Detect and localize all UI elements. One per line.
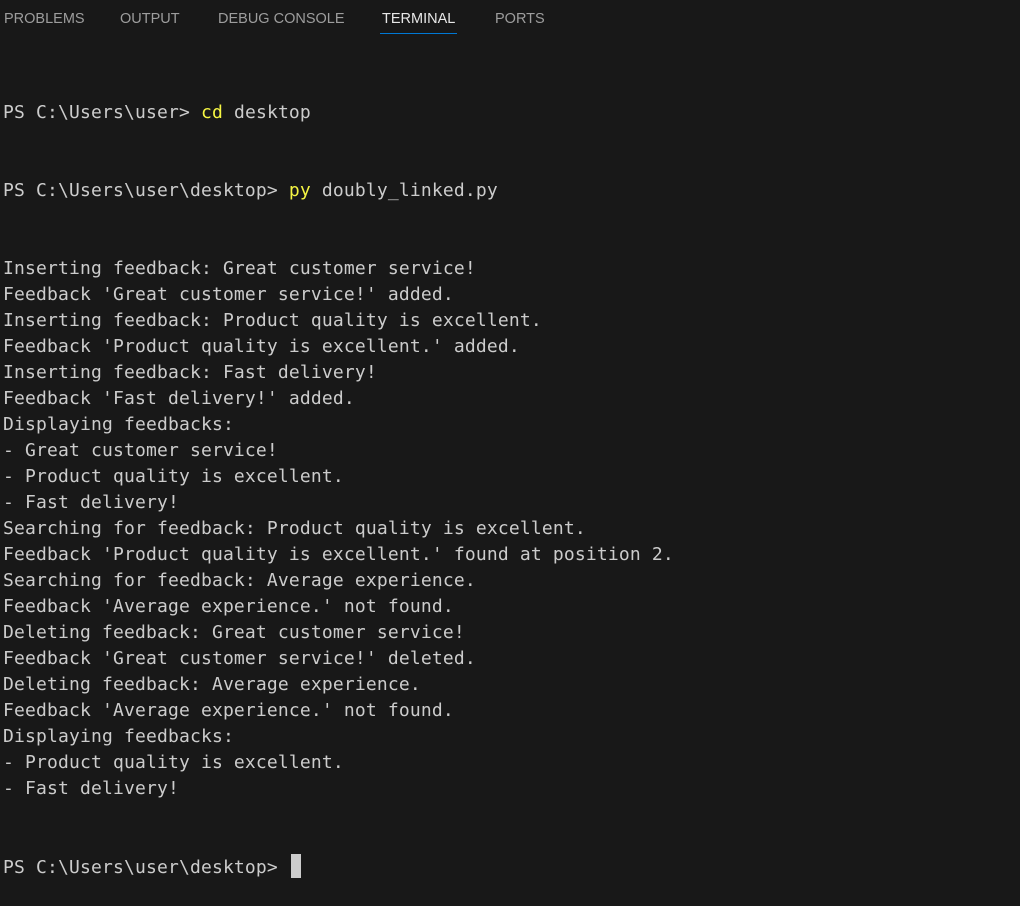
tab-terminal[interactable]: TERMINAL [379, 0, 458, 36]
tab-ports[interactable]: PORTS [495, 0, 545, 36]
output-line: Inserting feedback: Product quality is e… [3, 310, 542, 331]
output-line: - Fast delivery! [3, 492, 179, 513]
output-line: Inserting feedback: Great customer servi… [3, 258, 476, 279]
tab-debug-console[interactable]: DEBUG CONSOLE [218, 0, 345, 36]
output-line: Feedback 'Average experience.' not found… [3, 596, 454, 617]
panel-tabs: PROBLEMS OUTPUT DEBUG CONSOLE TERMINAL P… [0, 0, 1020, 36]
tab-output[interactable]: OUTPUT [120, 0, 180, 36]
prompt: PS C:\Users\user> [3, 102, 201, 123]
output-line: Feedback 'Product quality is excellent.'… [3, 336, 520, 357]
output-line: Searching for feedback: Product quality … [3, 518, 586, 539]
output-line: - Product quality is excellent. [3, 752, 344, 773]
output-line: Inserting feedback: Fast delivery! [3, 362, 377, 383]
output-line: - Great customer service! [3, 440, 278, 461]
output-line: Deleting feedback: Average experience. [3, 674, 421, 695]
output-line: Searching for feedback: Average experien… [3, 570, 476, 591]
output-line: Feedback 'Great customer service!' delet… [3, 648, 476, 669]
output-line: Feedback 'Average experience.' not found… [3, 700, 454, 721]
command-args: desktop [222, 102, 311, 123]
prompt: PS C:\Users\user\desktop> [3, 857, 289, 878]
command-name: cd [200, 102, 223, 123]
command-name: py [288, 180, 311, 201]
command-args: doubly_linked.py [310, 180, 498, 201]
output-line: Feedback 'Product quality is excellent.'… [3, 544, 674, 565]
current-prompt-line: PS C:\Users\user\desktop> [3, 854, 674, 880]
output-line: Feedback 'Fast delivery!' added. [3, 388, 355, 409]
output-line: - Fast delivery! [3, 778, 179, 799]
command-line: PS C:\Users\user\desktop> py doubly_link… [3, 178, 674, 204]
output-line: Displaying feedbacks: [3, 414, 234, 435]
output-line: Deleting feedback: Great customer servic… [3, 622, 465, 643]
prompt: PS C:\Users\user\desktop> [3, 180, 289, 201]
terminal-cursor [290, 854, 301, 878]
output-line: Feedback 'Great customer service!' added… [3, 284, 454, 305]
command-line: PS C:\Users\user> cd desktop [3, 100, 674, 126]
terminal-output[interactable]: PS C:\Users\user> cd desktop PS C:\Users… [3, 48, 674, 906]
output-line: Displaying feedbacks: [3, 726, 234, 747]
tab-problems[interactable]: PROBLEMS [4, 0, 85, 36]
output-line: - Product quality is excellent. [3, 466, 344, 487]
